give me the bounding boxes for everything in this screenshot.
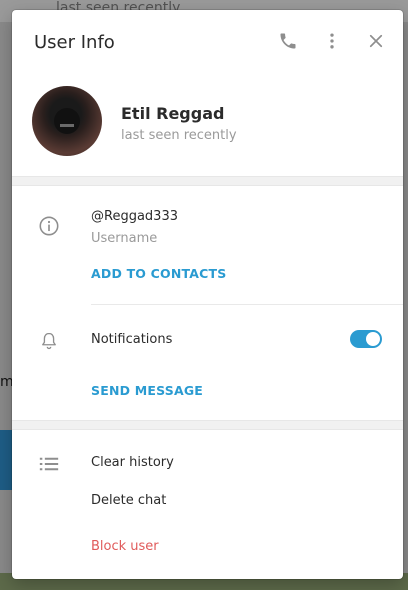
list-icon xyxy=(39,457,59,471)
user-info-dialog: User Info Etil Reggad last seen recently xyxy=(12,10,403,579)
section-separator xyxy=(12,176,403,186)
phone-icon xyxy=(280,33,296,49)
send-message-button[interactable]: SEND MESSAGE xyxy=(91,383,203,398)
bell-icon xyxy=(42,332,56,350)
call-button[interactable] xyxy=(275,28,301,54)
avatar[interactable] xyxy=(32,86,102,156)
user-name: Etil Reggad xyxy=(121,104,225,123)
toggle-knob xyxy=(366,332,380,346)
notifications-label: Notifications xyxy=(91,332,173,347)
avatar-eye-slit xyxy=(60,124,74,127)
notifications-toggle[interactable] xyxy=(350,330,382,348)
user-status: last seen recently xyxy=(121,128,237,143)
delete-chat-button[interactable]: Delete chat xyxy=(91,493,166,508)
add-to-contacts-button[interactable]: ADD TO CONTACTS xyxy=(91,266,226,281)
more-vertical-icon xyxy=(330,33,334,49)
background-sidebar-strip xyxy=(0,430,12,490)
clear-history-button[interactable]: Clear history xyxy=(91,455,174,470)
dialog-header: User Info xyxy=(12,10,403,74)
close-button[interactable] xyxy=(363,28,389,54)
block-user-button[interactable]: Block user xyxy=(91,539,159,554)
section-separator xyxy=(12,420,403,430)
divider xyxy=(91,304,403,305)
profile-section: Etil Reggad last seen recently xyxy=(12,74,403,182)
close-icon xyxy=(369,34,383,48)
username-value: @Reggad333 xyxy=(91,209,178,224)
dialog-title: User Info xyxy=(34,32,115,53)
username-label: Username xyxy=(91,231,158,246)
info-icon xyxy=(39,216,59,236)
more-options-button[interactable] xyxy=(319,28,345,54)
avatar-figure xyxy=(54,108,80,134)
